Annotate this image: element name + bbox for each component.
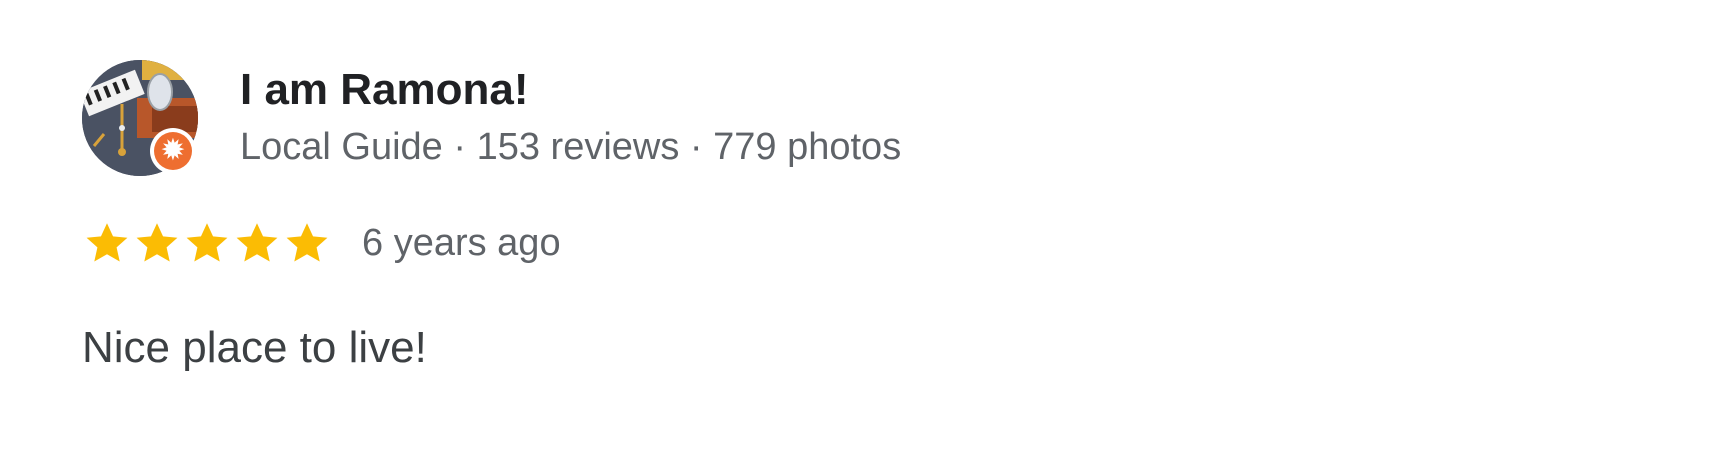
local-guide-badge: ✹ <box>150 128 196 174</box>
reviewer-meta[interactable]: Local Guide · 153 reviews · 779 photos <box>240 124 901 170</box>
star-rating <box>82 218 332 268</box>
review-card: ✹ I am Ramona! Local Guide · 153 reviews… <box>0 0 1725 454</box>
review-text: Nice place to live! <box>82 323 427 372</box>
local-guide-badge-icon: ✹ <box>154 132 192 170</box>
meta-separator: · <box>453 126 467 168</box>
rating-row: 6 years ago <box>82 218 561 268</box>
review-time: 6 years ago <box>362 222 561 264</box>
photos-count: 779 photos <box>713 126 902 168</box>
meta-separator: · <box>689 126 703 168</box>
star-icon <box>86 223 128 262</box>
star-icon <box>136 223 178 262</box>
star-icon <box>236 223 278 262</box>
reviewer-name[interactable]: I am Ramona! <box>240 64 529 116</box>
reviews-count: 153 reviews <box>476 126 680 168</box>
star-icon <box>186 223 228 262</box>
guide-label: Local Guide <box>240 126 443 168</box>
star-icon <box>286 223 328 262</box>
